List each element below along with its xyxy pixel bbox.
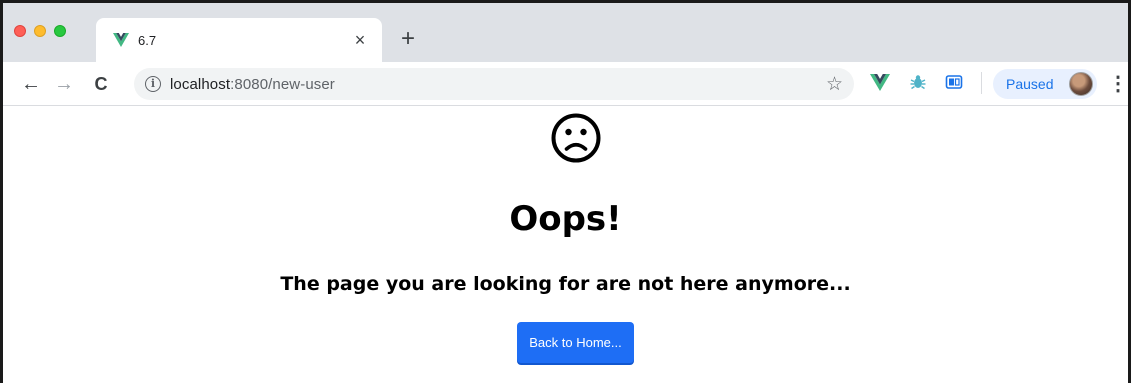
error-message: The page you are looking for are not her… [280,273,851,295]
toolbar-divider [981,72,982,94]
tab-title: 6.7 [138,32,157,48]
box-extension-icon[interactable] [945,73,963,91]
back-button[interactable]: ← [19,72,43,96]
active-tab[interactable]: 6.7 × [96,18,382,62]
site-info-icon[interactable]: i [145,76,161,92]
browser-window: 6.7 × + ← → C i localhost:8080/new-user … [0,0,1131,383]
tab-strip: 6.7 × + [3,3,1128,62]
new-tab-button[interactable]: + [395,27,421,53]
url-path: :8080/new-user [230,75,335,93]
page-title: Oops! [509,199,622,239]
sad-face-icon [551,113,601,163]
bug-icon[interactable] [909,73,927,91]
reload-button[interactable]: C [89,72,113,96]
profile-status-label: Paused [1006,76,1054,92]
page-content: Oops! The page you are looking for are n… [3,107,1128,383]
address-bar[interactable]: i localhost:8080/new-user ☆ [134,68,854,100]
kebab-menu-icon[interactable]: ⋮ [1108,71,1128,97]
minimize-window-icon[interactable] [34,25,46,37]
forward-button[interactable]: → [52,72,76,96]
maximize-window-icon[interactable] [54,25,66,37]
vue-devtools-icon[interactable] [870,72,890,92]
vue-logo-icon [113,33,129,47]
url-text[interactable]: localhost:8080/new-user [170,76,335,93]
url-host: localhost [170,75,231,93]
profile-button[interactable]: Paused [993,69,1097,99]
window-controls [14,25,66,37]
tab-close-icon[interactable]: × [350,30,370,50]
bookmark-star-icon[interactable]: ☆ [826,73,843,96]
back-to-home-button[interactable]: Back to Home... [517,322,634,363]
close-window-icon[interactable] [14,25,26,37]
avatar [1069,72,1093,96]
